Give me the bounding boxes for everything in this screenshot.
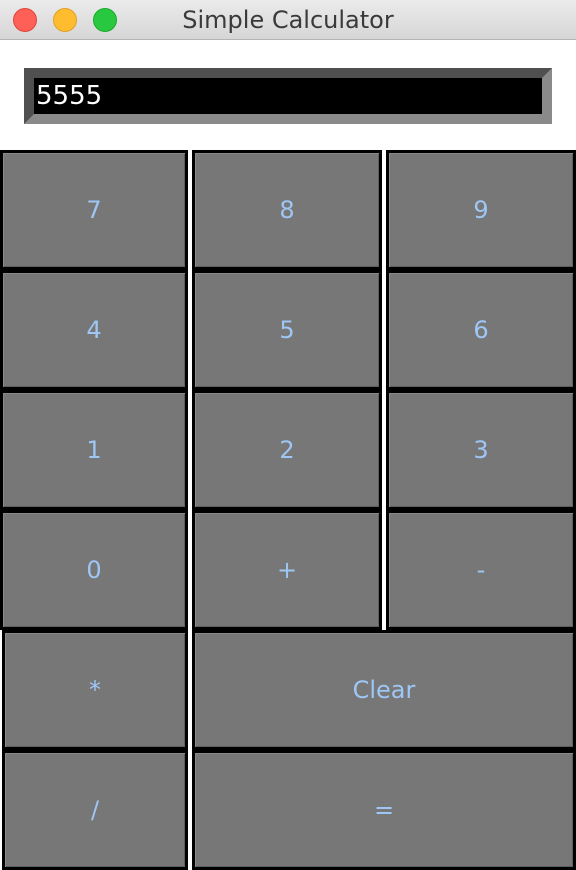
window-title: Simple Calculator [182,6,394,34]
digit-4-button[interactable]: 4 [0,270,188,390]
digit-7-button[interactable]: 7 [0,150,188,270]
multiply-button[interactable]: * [2,630,188,750]
digit-9-button[interactable]: 9 [386,150,576,270]
equals-button[interactable]: = [192,750,576,870]
divide-button[interactable]: / [2,750,188,870]
digit-3-button[interactable]: 3 [386,390,576,510]
plus-button[interactable]: + [192,510,382,630]
digit-6-button[interactable]: 6 [386,270,576,390]
display-field[interactable]: 5555 [34,78,542,114]
digit-5-button[interactable]: 5 [192,270,382,390]
minus-button[interactable]: - [386,510,576,630]
clear-button[interactable]: Clear [192,630,576,750]
digit-8-button[interactable]: 8 [192,150,382,270]
digit-2-button[interactable]: 2 [192,390,382,510]
digit-0-button[interactable]: 0 [0,510,188,630]
title-bar[interactable]: Simple Calculator [0,0,576,40]
digit-1-button[interactable]: 1 [0,390,188,510]
display-frame: 5555 [24,68,552,124]
